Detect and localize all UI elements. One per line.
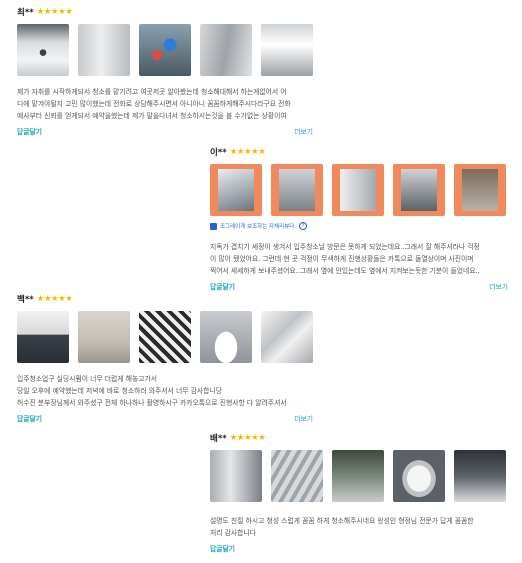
review-photo[interactable] — [78, 24, 130, 76]
review-photo[interactable] — [17, 24, 69, 76]
reply-link[interactable]: 답글달기 — [17, 126, 42, 136]
review-author: 배** — [210, 434, 227, 444]
review-item: 이** ★★★★★ 조그레이게 보조하는 자체리뷰다. ? 지독가 겹치기 세정… — [210, 146, 508, 291]
review-photos — [17, 311, 313, 363]
review-text-line: 당일 오후에 예약했는데 저녁에 바로 청소하러 와주셔서 너무 감사합니당 — [17, 387, 222, 395]
review-photos — [210, 450, 508, 502]
review-photo[interactable] — [332, 164, 384, 216]
rating-stars: ★★★★★ — [36, 293, 73, 304]
review-photo[interactable] — [210, 450, 262, 502]
more-link[interactable]: 더보기 — [294, 126, 313, 136]
help-icon[interactable]: ? — [299, 222, 308, 230]
review-photo[interactable] — [454, 164, 506, 216]
review-photos — [17, 24, 313, 76]
review-photo[interactable] — [200, 24, 252, 76]
more-link[interactable]: 더보기 — [489, 281, 508, 291]
review-item: 백** ★★★★★ 입주청소업구 실딩시펌이 너무 더럽게 해놓고가서 당일 오… — [17, 293, 313, 423]
more-link[interactable]: 더보기 — [294, 413, 313, 423]
badge-icon — [210, 222, 217, 230]
review-text: 제가 자취를 시작하게되서 청소를 맡기려고 여곳저곳 알아봤는데 청소해대해서… — [17, 86, 313, 122]
review-item: 배** ★★★★★ 설명도 친절 하시고 청성 스럽게 꼼꼼 하게 청소해주시네… — [210, 432, 508, 553]
review-photo[interactable] — [454, 450, 506, 502]
review-text-line: 디에 맡겨야될지 고민 많이했는데 전화로 상담해주시면서 아니아니 꼼꼼하게해… — [17, 100, 291, 108]
review-photo[interactable] — [393, 450, 445, 502]
review-photo[interactable] — [139, 311, 191, 363]
review-text-line: 입주청소업구 실딩시펌이 너무 더럽게 해놓고가서 — [17, 375, 157, 383]
review-text-line: 처리 감사합니다 — [210, 529, 256, 537]
review-text-line: 허수진 분부장님께서 와주셨구 전체 하나하나 촬영하시구 카카오톡으로 진행사… — [17, 399, 287, 407]
review-header: 최** ★★★★★ — [17, 6, 313, 18]
review-text-line: 이 많이 됐었어요. 그런데 현 곳 걱정이 무색하게 진행상황들은 카톡으로 … — [210, 255, 474, 263]
review-photo[interactable] — [271, 450, 323, 502]
review-text-line: 지독가 겹치기 세정이 생겨서 입주청소날 방문은 못하게 되었는데요..그래서… — [210, 243, 480, 251]
review-header: 백** ★★★★★ — [17, 293, 313, 305]
review-photos — [210, 164, 508, 216]
review-item: 최** ★★★★★ 제가 자취를 시작하게되서 청소를 맡기려고 여곳저곳 알아… — [17, 6, 313, 136]
reply-link[interactable]: 답글달기 — [210, 281, 235, 291]
review-author: 최** — [17, 8, 34, 18]
review-text-line: 예사부터 신뢰를 얻게되서 예약을했는데 제가 말을다녀서 청소하시는것을 볼 … — [17, 112, 287, 120]
review-photo[interactable] — [210, 164, 262, 216]
review-photo[interactable] — [261, 311, 313, 363]
review-photo[interactable] — [393, 164, 445, 216]
review-photo[interactable] — [271, 164, 323, 216]
review-photo[interactable] — [78, 311, 130, 363]
review-text: 지독가 겹치기 세정이 생겨서 입주청소날 방문은 못하게 되었는데요..그래서… — [210, 241, 508, 277]
review-photo[interactable] — [332, 450, 384, 502]
rating-stars: ★★★★★ — [229, 146, 266, 157]
review-photo[interactable] — [200, 311, 252, 363]
review-photo[interactable] — [261, 24, 313, 76]
review-author: 백** — [17, 295, 34, 305]
reply-link[interactable]: 답글달기 — [17, 413, 42, 423]
review-text-line: 설명도 친절 하시고 청성 스럽게 꼼꼼 하게 청소해주시네요 왕성인 형정님 … — [210, 517, 474, 525]
review-photo[interactable] — [139, 24, 191, 76]
badge-label: 조그레이게 보조하는 자체리뷰다. — [220, 224, 297, 230]
rating-stars: ★★★★★ — [36, 6, 73, 17]
rating-stars: ★★★★★ — [229, 432, 266, 443]
review-author: 이** — [210, 148, 227, 158]
review-header: 배** ★★★★★ — [210, 432, 508, 444]
review-footer: 답글달기 더보기 — [17, 413, 313, 423]
review-text-line: 제가 자취를 시작하게되서 청소를 맡기려고 여곳저곳 알아봤는데 청소해대해서… — [17, 88, 287, 96]
review-header: 이** ★★★★★ — [210, 146, 508, 158]
review-text: 설명도 친절 하시고 청성 스럽게 꼼꼼 하게 청소해주시네요 왕성인 형정님 … — [210, 515, 508, 539]
reply-link[interactable]: 답글달기 — [210, 543, 235, 553]
verified-badge: 조그레이게 보조하는 자체리뷰다. ? — [210, 222, 508, 230]
review-photo[interactable] — [17, 311, 69, 363]
review-text: 입주청소업구 실딩시펌이 너무 더럽게 해놓고가서 당일 오후에 예약했는데 저… — [17, 373, 313, 409]
review-text-line: 찍어서 세세하게 보내주셨어요..그래서 옆에 안있는데도 옆에서 지켜보는듯한… — [210, 267, 480, 275]
review-footer: 답글달기 더보기 — [17, 126, 313, 136]
review-footer: 답글달기 더보기 — [210, 281, 508, 291]
review-footer: 답글달기 — [210, 543, 508, 553]
